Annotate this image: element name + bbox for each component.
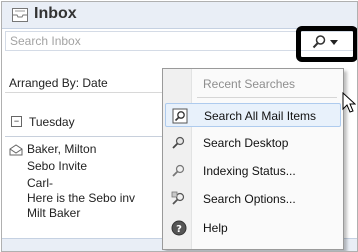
group-label: Tuesday xyxy=(29,115,75,129)
help-icon: ? xyxy=(171,220,187,236)
outlook-inbox-pane: Inbox Arranged By: Date − Tuesday Baker,… xyxy=(1,1,358,252)
arranged-by-label: Arranged By: Date xyxy=(9,76,108,90)
menu-item-label: Search Options... xyxy=(203,192,296,206)
desktop-search-icon xyxy=(172,136,185,149)
menu-item-indexing-status[interactable]: Indexing Status... xyxy=(165,159,341,183)
menu-item-label: Search All Mail Items xyxy=(204,109,317,123)
menu-item-label: Search Desktop xyxy=(203,136,289,150)
menu-item-label: Indexing Status... xyxy=(203,164,296,178)
mouse-cursor-icon xyxy=(342,92,356,113)
mail-preview-line-2: Here is the Sebo inv xyxy=(27,191,136,205)
mail-subject: Sebo Invite xyxy=(27,159,88,173)
group-header-tuesday[interactable]: − Tuesday xyxy=(5,112,165,136)
magnifier-icon xyxy=(172,164,185,177)
highlight-callout xyxy=(296,26,357,62)
inbox-title: Inbox xyxy=(34,5,77,22)
search-options-menu: Recent Searches Search All Mail Items Se… xyxy=(162,68,344,250)
menu-item-label: Recent Searches xyxy=(203,77,296,91)
menu-item-help[interactable]: ? Help xyxy=(165,216,341,240)
collapse-icon[interactable]: − xyxy=(11,116,22,127)
envelope-open-icon xyxy=(9,144,23,156)
inbox-header: Inbox xyxy=(2,2,357,29)
mail-list-item[interactable]: Baker, Milton Sebo Invite Carl- Here is … xyxy=(5,142,165,232)
mail-preview-line-1: Carl- xyxy=(27,176,53,190)
menu-item-search-all-mail[interactable]: Search All Mail Items xyxy=(165,103,341,127)
mail-sender: Baker, Milton xyxy=(27,142,97,156)
search-all-mail-icon xyxy=(172,108,188,124)
svg-text:?: ? xyxy=(176,224,182,235)
menu-item-recent-searches[interactable]: Recent Searches xyxy=(165,72,341,96)
menu-separator xyxy=(197,97,337,98)
group-divider xyxy=(5,136,165,137)
menu-item-label: Help xyxy=(203,221,228,235)
menu-item-search-options[interactable]: Search Options... xyxy=(165,187,341,211)
search-input[interactable] xyxy=(10,33,270,49)
menu-item-search-desktop[interactable]: Search Desktop xyxy=(165,131,341,155)
search-options-icon xyxy=(171,191,185,205)
inbox-icon xyxy=(12,8,28,22)
arrange-by-header[interactable]: Arranged By: Date xyxy=(5,72,165,93)
mail-preview-line-3: Milt Baker xyxy=(27,206,81,220)
